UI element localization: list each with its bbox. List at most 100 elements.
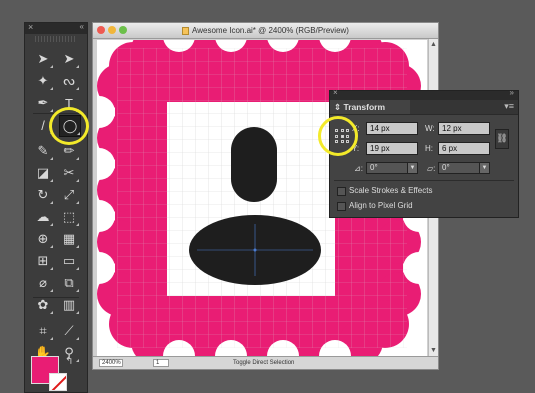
panel-grip[interactable] bbox=[35, 36, 77, 42]
artboard-tool[interactable]: ⌗ bbox=[33, 321, 53, 341]
paintbrush-tool[interactable]: ✎ bbox=[33, 141, 53, 161]
close-icon[interactable]: × bbox=[333, 88, 338, 97]
status-text: Toggle Direct Selection bbox=[233, 360, 295, 366]
eyedropper-icon: ⌀ bbox=[39, 275, 47, 290]
mesh-tool[interactable]: ⊞ bbox=[33, 251, 53, 271]
tool-flyout-indicator bbox=[50, 201, 53, 204]
free-transform-tool[interactable]: ⬚ bbox=[59, 207, 79, 227]
reference-point[interactable] bbox=[335, 129, 338, 132]
magic-wand-tool[interactable]: ✦ bbox=[33, 71, 53, 91]
chevron-down-icon[interactable]: ▼ bbox=[407, 163, 417, 173]
reference-point[interactable] bbox=[340, 134, 344, 138]
close-icon[interactable]: × bbox=[28, 22, 33, 32]
align-pixel-grid-label: Align to Pixel Grid bbox=[349, 201, 413, 210]
type-icon: T bbox=[65, 95, 73, 111]
gradient-tool[interactable]: ▭ bbox=[59, 251, 79, 271]
mesh-icon: ⊞ bbox=[37, 253, 49, 268]
collapse-icon[interactable]: » bbox=[510, 88, 514, 97]
tool-flyout-indicator bbox=[50, 223, 53, 226]
reference-point[interactable] bbox=[335, 134, 338, 138]
panel-menu-icon[interactable]: ▾≡ bbox=[504, 101, 514, 112]
w-field[interactable]: 12 px bbox=[438, 122, 490, 135]
tool-flyout-indicator bbox=[76, 179, 79, 182]
h-field[interactable]: 6 px bbox=[438, 142, 490, 155]
tool-flyout-indicator bbox=[50, 65, 53, 68]
minimize-window-button[interactable] bbox=[108, 26, 116, 34]
rotate-tool[interactable]: ↻ bbox=[33, 185, 53, 205]
rotate-dropdown[interactable]: 0° ▼ bbox=[366, 162, 418, 174]
scissors-tool[interactable]: ✂ bbox=[59, 163, 79, 183]
x-field[interactable]: 14 px bbox=[366, 122, 418, 135]
tool-flyout-indicator bbox=[50, 245, 53, 248]
symbol-sprayer-tool[interactable]: ✿ bbox=[33, 295, 53, 315]
reference-point-icon[interactable] bbox=[335, 129, 349, 143]
pencil-tool[interactable]: ✏ bbox=[59, 141, 79, 161]
constrain-proportions-icon[interactable]: ⛓ bbox=[495, 129, 509, 149]
tool-flyout-indicator bbox=[50, 157, 53, 160]
blend-tool[interactable]: ⧉ bbox=[59, 273, 79, 293]
tab-transform-label: Transform bbox=[343, 102, 386, 112]
tool-flyout-indicator bbox=[50, 87, 53, 90]
reference-point[interactable] bbox=[346, 134, 349, 138]
tool-divider bbox=[33, 113, 79, 114]
reference-point[interactable] bbox=[335, 140, 338, 143]
zoom-field[interactable]: 2400% bbox=[99, 359, 123, 367]
align-pixel-grid-checkbox[interactable] bbox=[337, 202, 346, 211]
reference-point[interactable] bbox=[340, 140, 344, 143]
reference-point[interactable] bbox=[340, 129, 344, 132]
collapse-icon[interactable]: « bbox=[80, 22, 84, 31]
head-shape[interactable] bbox=[231, 127, 277, 202]
document-title: Awesome Icon.ai* @ 2400% (RGB/Preview) bbox=[192, 26, 349, 35]
tool-flyout-indicator bbox=[76, 223, 79, 226]
pen-tool[interactable]: ✒ bbox=[33, 93, 53, 113]
direct-selection-tool[interactable]: ➤ bbox=[59, 49, 79, 69]
symbol-sprayer-icon: ✿ bbox=[37, 297, 49, 312]
document-icon bbox=[182, 26, 190, 35]
y-field[interactable]: 19 px bbox=[366, 142, 418, 155]
stroke-swatch[interactable] bbox=[49, 373, 67, 391]
line-segment-tool[interactable]: / bbox=[33, 115, 53, 135]
ellipse-icon: ◯ bbox=[62, 118, 78, 133]
column-graph-tool[interactable]: ▥ bbox=[59, 295, 79, 315]
selection-icon: ➤ bbox=[37, 51, 49, 66]
scale-tool[interactable]: ⤢ bbox=[59, 185, 79, 205]
slice-tool[interactable]: ⟋ bbox=[59, 321, 79, 341]
scale-strokes-checkbox[interactable] bbox=[337, 187, 346, 196]
warp-tool[interactable]: ☁ bbox=[33, 207, 53, 227]
lasso-tool[interactable]: ᔓ bbox=[59, 71, 79, 91]
transform-panel-titlebar[interactable]: × » bbox=[330, 88, 518, 100]
document-titlebar[interactable]: Awesome Icon.ai* @ 2400% (RGB/Preview) bbox=[93, 23, 438, 39]
swap-fill-stroke-icon[interactable]: ↰ bbox=[65, 356, 73, 367]
selection-tool[interactable]: ➤ bbox=[33, 49, 53, 69]
close-window-button[interactable] bbox=[97, 26, 105, 34]
eraser-tool[interactable]: ◪ bbox=[33, 163, 53, 183]
artboard-number-field[interactable]: 1 bbox=[153, 359, 169, 367]
shape-builder-tool[interactable]: ⊕ bbox=[33, 229, 53, 249]
rotate-icon: ↻ bbox=[37, 187, 49, 202]
scale-strokes-label: Scale Strokes & Effects bbox=[349, 186, 433, 195]
reference-point[interactable] bbox=[346, 140, 349, 143]
tools-panel-titlebar[interactable]: × « bbox=[25, 22, 87, 34]
perspective-grid-icon: ▦ bbox=[62, 231, 76, 246]
tools-panel: × « ➤ ➤ ✦ ᔓ ✒ T / ◯ ✎ ✏ ◪ ✂ ↻ ⤢ ☁ ⬚ ⊕ ▦ ⊞ ▭ ⌀ ⧉ ✿ ▥ ⌗ ⟋ ✋ ⚲ ↰ bbox=[24, 22, 88, 393]
zoom-window-button[interactable] bbox=[119, 26, 127, 34]
tool-flyout-indicator bbox=[50, 109, 53, 112]
tool-flyout-indicator bbox=[50, 179, 53, 182]
tool-flyout-indicator bbox=[76, 109, 79, 112]
tool-flyout-indicator bbox=[76, 337, 79, 340]
ellipse-tool[interactable]: ◯ bbox=[59, 115, 81, 137]
chevron-down-icon[interactable]: ▼ bbox=[479, 163, 489, 173]
scale-icon: ⤢ bbox=[63, 187, 75, 202]
reference-point[interactable] bbox=[346, 129, 349, 132]
line-segment-icon: / bbox=[41, 117, 45, 133]
perspective-grid-tool[interactable]: ▦ bbox=[59, 229, 79, 249]
shear-dropdown[interactable]: 0° ▼ bbox=[438, 162, 490, 174]
scroll-down-icon[interactable]: ▼ bbox=[430, 347, 437, 354]
panel-divider bbox=[334, 180, 514, 181]
eyedropper-tool[interactable]: ⌀ bbox=[33, 273, 53, 293]
tab-transform[interactable]: ⇕ Transform bbox=[330, 100, 410, 114]
tool-flyout-indicator bbox=[76, 311, 79, 314]
type-tool[interactable]: T bbox=[59, 93, 79, 113]
scroll-up-icon[interactable]: ▲ bbox=[430, 41, 437, 48]
tool-flyout-indicator bbox=[50, 289, 53, 292]
